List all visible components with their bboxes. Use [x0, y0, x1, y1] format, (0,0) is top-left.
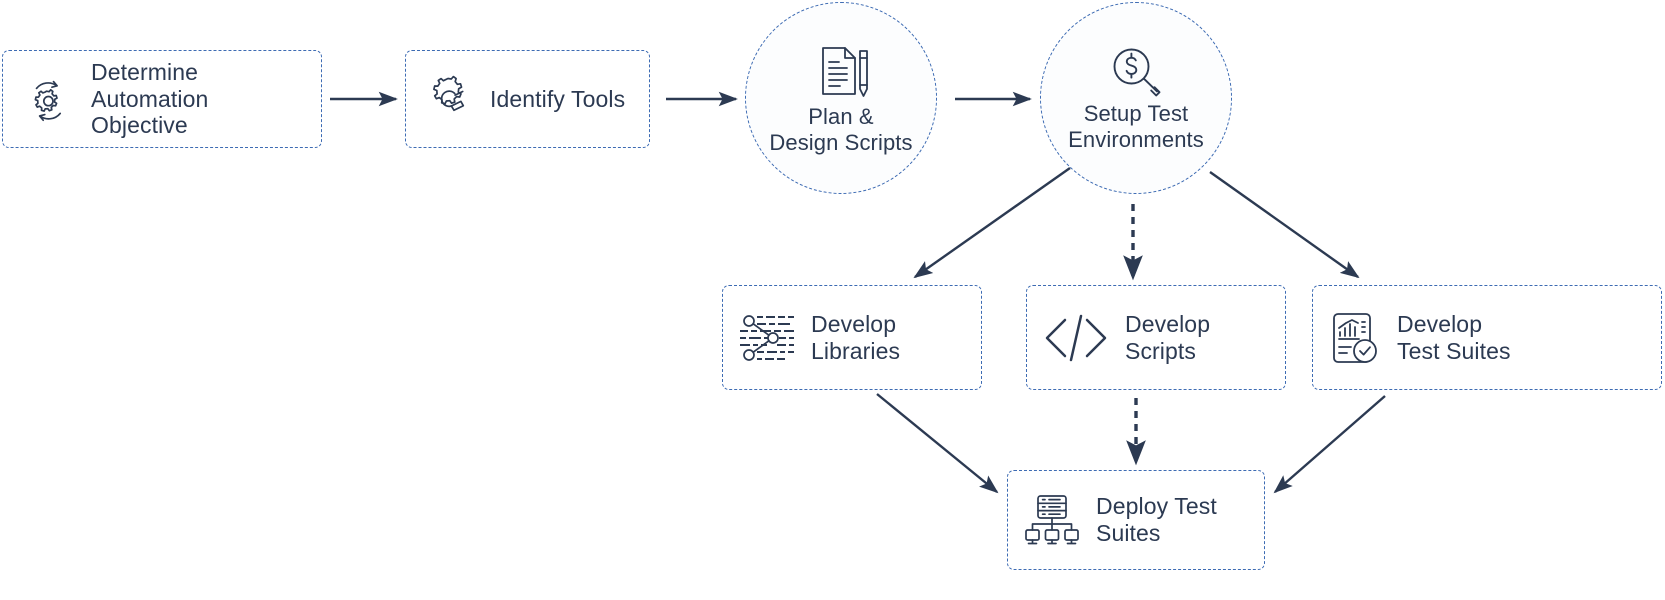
node-develop-test-suites[interactable]: Develop Test Suites: [1312, 285, 1662, 390]
node-develop-libraries[interactable]: Develop Libraries: [722, 285, 982, 390]
magnifier-dollar-icon: [1108, 43, 1164, 99]
node-label: Determine Automation Objective: [91, 58, 209, 139]
network-nodes-icon: [739, 312, 795, 364]
node-plan-design-scripts[interactable]: Plan & Design Scripts: [745, 2, 937, 194]
node-label: Develop Libraries: [811, 310, 901, 364]
node-identify-tools[interactable]: Identify Tools: [405, 50, 650, 148]
workflow-diagram: Determine Automation Objective Identify …: [0, 0, 1665, 600]
edge-setup-to-test-suites: [1209, 171, 1360, 279]
document-pen-icon: [810, 40, 872, 102]
edge-libraries-to-deploy: [876, 393, 999, 494]
node-deploy-test-suites[interactable]: Deploy Test Suites: [1007, 470, 1265, 570]
node-label: Develop Scripts: [1125, 310, 1211, 364]
node-develop-scripts[interactable]: Develop Scripts: [1026, 285, 1286, 390]
code-brackets-icon: [1043, 312, 1109, 364]
gear-refresh-icon: [19, 71, 75, 127]
gear-wrench-icon: [422, 73, 474, 125]
node-label: Develop Test Suites: [1397, 310, 1511, 364]
node-label: Deploy Test Suites: [1096, 493, 1217, 546]
node-setup-test-environments[interactable]: Setup Test Environments: [1040, 2, 1232, 194]
node-label: Identify Tools: [490, 85, 626, 112]
edge-test-suites-to-deploy: [1273, 395, 1386, 494]
edge-setup-to-libraries: [913, 167, 1071, 279]
node-determine-automation-objective[interactable]: Determine Automation Objective: [2, 50, 322, 148]
chart-check-report-icon: [1329, 311, 1381, 365]
server-network-icon: [1024, 492, 1080, 548]
node-label: Plan & Design Scripts: [769, 103, 913, 155]
node-label: Setup Test Environments: [1068, 100, 1204, 152]
